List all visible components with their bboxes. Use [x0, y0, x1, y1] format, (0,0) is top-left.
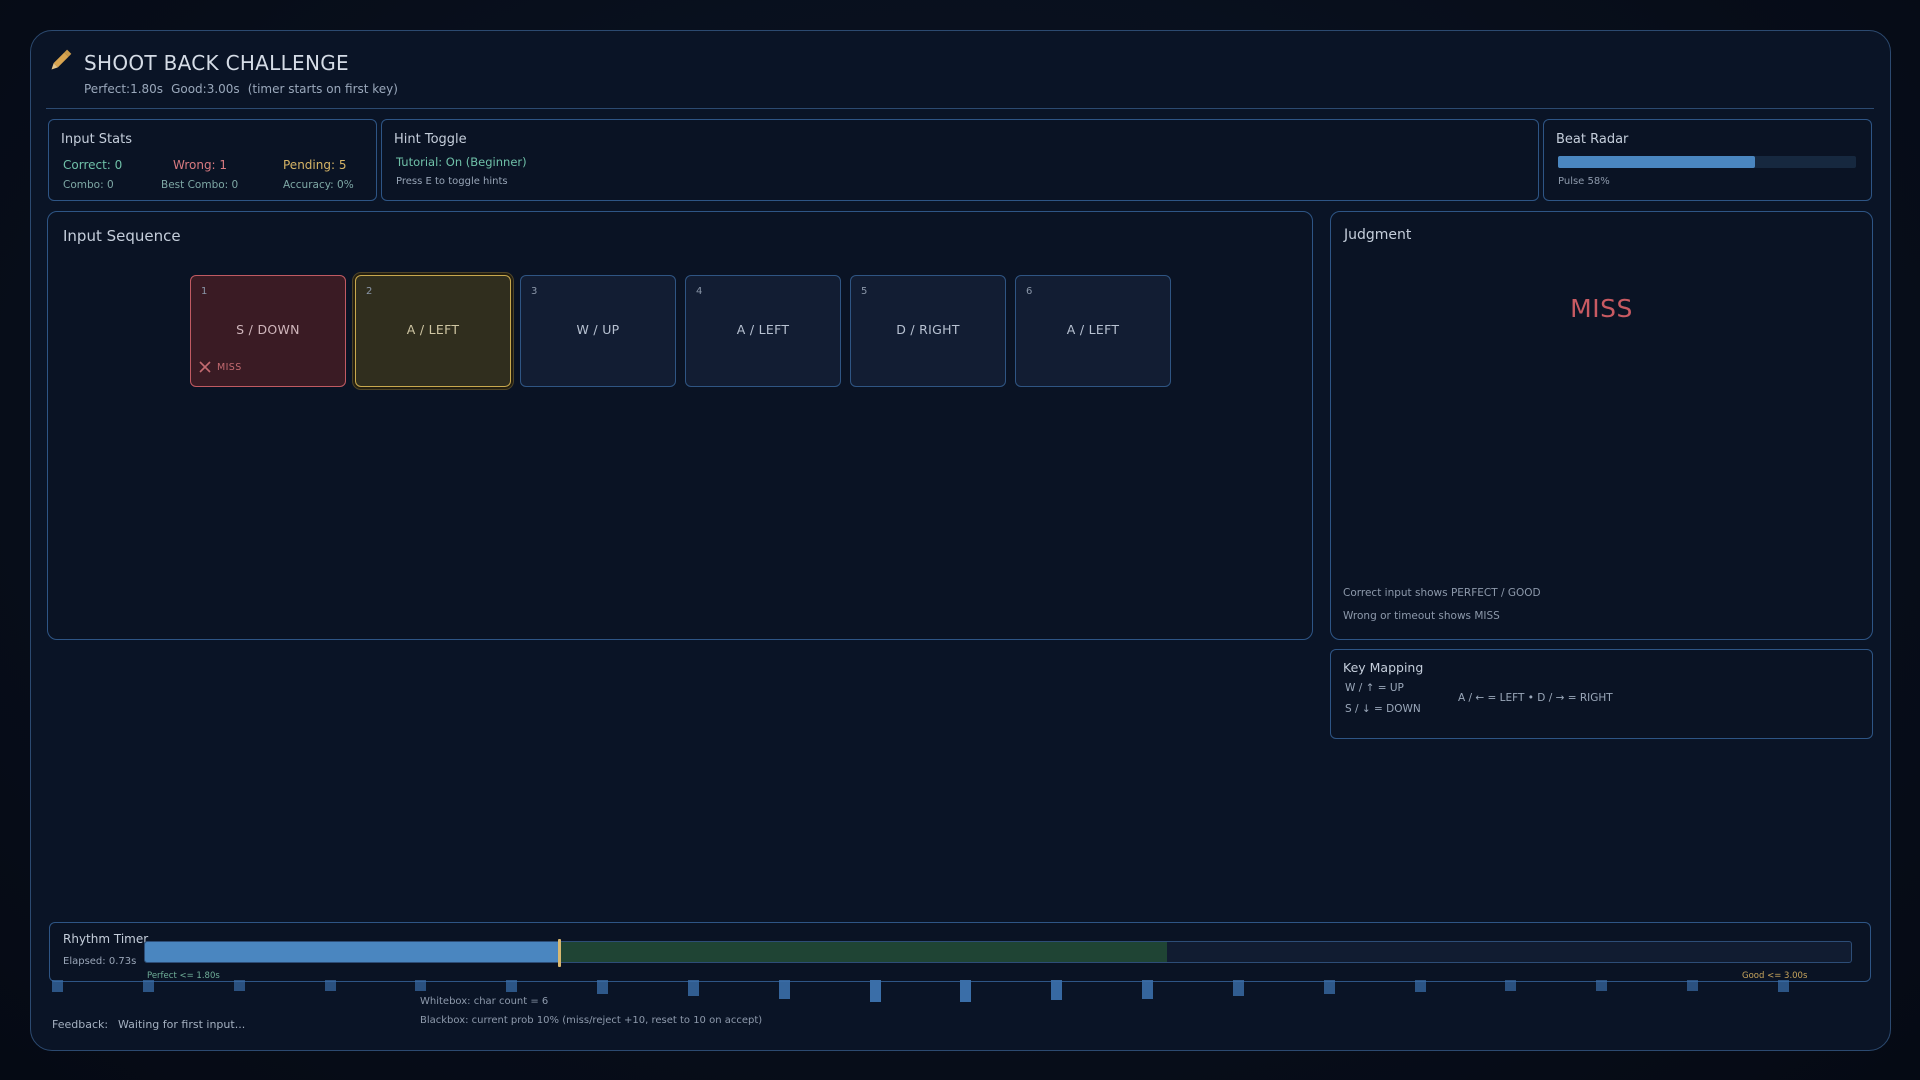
page-title: SHOOT BACK CHALLENGE — [84, 51, 349, 75]
miss-tag-label: MISS — [217, 362, 242, 373]
hint-toggle-panel[interactable]: Hint Toggle Tutorial: On (Beginner) Pres… — [381, 119, 1539, 201]
beat-tick — [960, 980, 972, 1002]
tutorial-status: Tutorial: On (Beginner) — [396, 155, 527, 169]
pulse-label: Pulse 58% — [1558, 176, 1610, 187]
good-window: Good:3.00s — [171, 82, 240, 96]
key-label: W / UP — [576, 322, 620, 337]
mapping-down: S / ↓ = DOWN — [1345, 703, 1421, 715]
beat-radar-panel: Beat Radar Pulse 58% — [1543, 119, 1872, 201]
pulse-meter — [1558, 156, 1856, 168]
beat-tick — [1778, 980, 1789, 993]
wrong-count: Wrong: 1 — [173, 158, 228, 172]
beat-tick — [233, 980, 245, 991]
hint-toggle-title: Hint Toggle — [394, 132, 467, 147]
miss-tag: MISS — [199, 358, 242, 377]
beat-tick — [1142, 980, 1154, 999]
beat-tick — [1505, 980, 1517, 991]
beat-tick — [415, 980, 427, 991]
input-stats-title: Input Stats — [61, 132, 132, 147]
beat-tick — [324, 980, 336, 991]
key-mapping-panel: Key Mapping W / ↑ = UP S / ↓ = DOWN A / … — [1330, 649, 1873, 739]
beat-tick — [506, 980, 518, 993]
pencil-icon — [46, 47, 74, 79]
beat-tick — [1596, 980, 1608, 991]
key-label: S / DOWN — [236, 322, 300, 337]
beat-tick — [869, 980, 881, 1002]
key-number: 1 — [201, 286, 208, 297]
timer-cursor — [558, 939, 562, 967]
timer-note: (timer starts on first key) — [247, 82, 398, 96]
perfect-window-bar — [145, 942, 560, 962]
judgment-panel: Judgment MISS Correct input shows PERFEC… — [1330, 211, 1873, 640]
sequence-key-1: 1 S / DOWN MISS — [190, 275, 346, 387]
header: SHOOT BACK CHALLENGE — [46, 47, 349, 79]
feedback-value: Waiting for first input... — [118, 1018, 246, 1031]
beat-tick — [1687, 980, 1699, 991]
beat-tick — [142, 980, 154, 993]
mapping-up: W / ↑ = UP — [1345, 682, 1404, 694]
beat-tick — [778, 980, 790, 999]
accuracy: Accuracy: 0% — [283, 179, 354, 191]
key-number: 6 — [1026, 286, 1033, 297]
key-number: 4 — [696, 286, 703, 297]
beat-radar-title: Beat Radar — [1556, 132, 1629, 147]
sequence-key-2: 2 A / LEFT — [355, 275, 511, 387]
input-stats-panel: Input Stats Correct: 0 Wrong: 1 Pending:… — [48, 119, 377, 201]
rhythm-timer-title: Rhythm Timer — [63, 932, 149, 946]
combo-count: Combo: 0 — [63, 179, 114, 191]
perfect-window: Perfect:1.80s — [84, 82, 164, 96]
key-mapping-title: Key Mapping — [1343, 660, 1424, 675]
good-threshold-label: Good <= 3.00s — [1742, 971, 1808, 981]
key-label: A / LEFT — [1066, 322, 1120, 337]
beat-tick — [52, 980, 63, 993]
pulse-meter-fill — [1558, 156, 1755, 168]
beat-tick — [1414, 980, 1426, 993]
perfect-threshold-label: Perfect <= 1.80s — [147, 971, 220, 981]
beat-tick — [687, 980, 699, 996]
key-number: 5 — [861, 286, 868, 297]
correct-count: Correct: 0 — [63, 158, 123, 172]
mapping-left-right: A / ← = LEFT • D / → = RIGHT — [1458, 692, 1613, 704]
beat-tick — [1323, 980, 1335, 994]
header-divider — [46, 108, 1874, 109]
pending-count: Pending: 5 — [283, 158, 347, 172]
elapsed-time: Elapsed: 0.73s — [63, 956, 137, 967]
key-number: 3 — [531, 286, 538, 297]
judgment-result: MISS — [1570, 294, 1633, 323]
judgment-note-miss: Wrong or timeout shows MISS — [1343, 610, 1500, 622]
sequence-key-3: 3 W / UP — [520, 275, 676, 387]
input-sequence-panel: Input Sequence 1 S / DOWN MISS 2 A / LEF… — [47, 211, 1313, 640]
beat-tick — [597, 980, 609, 994]
judgment-title: Judgment — [1344, 227, 1412, 243]
beat-tick — [1232, 980, 1244, 996]
key-label: A / LEFT — [736, 322, 790, 337]
blackbox-info: Blackbox: current prob 10% (miss/reject … — [420, 1015, 763, 1026]
rhythm-timer-panel: Rhythm Timer Elapsed: 0.73s Perfect <= 1… — [49, 922, 1871, 982]
sequence-key-6: 6 A / LEFT — [1015, 275, 1171, 387]
rhythm-track — [144, 941, 1852, 963]
hint-help-text: Press E to toggle hints — [396, 176, 508, 187]
sequence-key-4: 4 A / LEFT — [685, 275, 841, 387]
best-combo: Best Combo: 0 — [161, 179, 239, 191]
beat-tick — [1051, 980, 1063, 1001]
feedback-label: Feedback: — [52, 1018, 109, 1031]
input-sequence-title: Input Sequence — [63, 227, 181, 245]
whitebox-info: Whitebox: char count = 6 — [420, 996, 549, 1007]
judgment-note-correct: Correct input shows PERFECT / GOOD — [1343, 587, 1541, 599]
key-label: A / LEFT — [406, 322, 460, 337]
cross-icon — [199, 358, 211, 377]
key-label: D / RIGHT — [896, 322, 960, 337]
timing-subtitle: Perfect:1.80s Good:3.00s (timer starts on … — [84, 82, 406, 96]
sequence-key-5: 5 D / RIGHT — [850, 275, 1006, 387]
key-number: 2 — [366, 286, 373, 297]
